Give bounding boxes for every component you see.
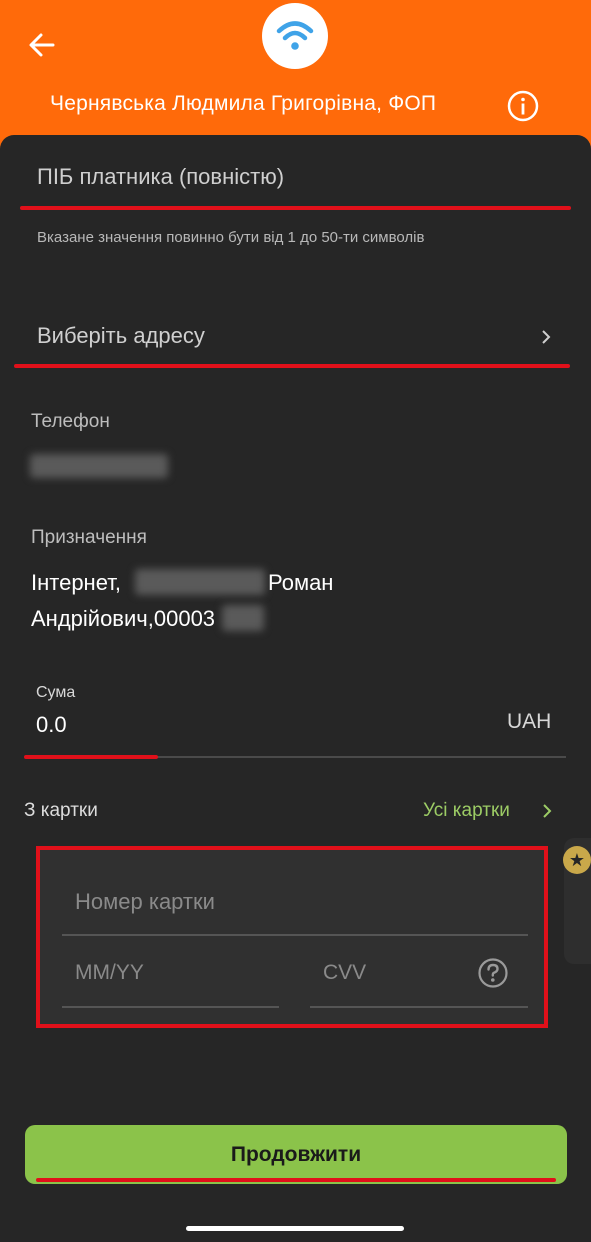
currency-label: UAH: [507, 710, 552, 733]
payment-form-sheet: [0, 135, 591, 1242]
star-icon: ★: [563, 846, 591, 874]
arrow-left-icon: [29, 33, 55, 57]
address-select[interactable]: Виберіть адресу: [37, 323, 205, 349]
home-indicator: [186, 1226, 404, 1231]
expiry-input[interactable]: MM/YY: [75, 961, 144, 985]
info-button[interactable]: [506, 89, 540, 123]
all-cards-link[interactable]: Усі картки: [423, 800, 510, 822]
purpose-redacted-1: [135, 569, 265, 595]
amount-label: Сума: [36, 684, 76, 701]
amount-input[interactable]: 0.0: [36, 712, 67, 738]
provider-logo: [262, 3, 328, 69]
card-number-input[interactable]: Номер картки: [75, 889, 215, 915]
card-number-underline: [62, 934, 528, 936]
payer-name-highlight: [20, 206, 571, 210]
continue-button[interactable]: Продовжити: [25, 1125, 567, 1184]
info-icon: [507, 90, 539, 122]
payer-name-input[interactable]: ПІБ платника (повністю): [37, 164, 284, 190]
purpose-line1-start: Інтернет,: [31, 570, 121, 595]
payer-name-hint: Вказане значення повинно бути від 1 до 5…: [37, 229, 425, 246]
purpose-line1-end: Роман: [268, 570, 334, 595]
from-card-label: З картки: [24, 800, 98, 821]
purpose-redacted-2: [222, 605, 264, 631]
phone-value-redacted: [30, 454, 168, 478]
help-icon[interactable]: [477, 957, 509, 989]
cvv-underline: [310, 1006, 528, 1008]
new-card-form: [36, 846, 548, 1028]
chevron-right-icon: [542, 330, 551, 344]
purpose-line2: Андрійович,00003: [31, 606, 216, 631]
cvv-input[interactable]: CVV: [323, 961, 366, 985]
header: Чернявська Людмила Григорівна, ФОП: [0, 0, 591, 140]
amount-highlight: [24, 755, 158, 759]
wifi-icon: [276, 21, 314, 50]
purpose-label: Призначення: [31, 527, 147, 548]
back-button[interactable]: [26, 28, 60, 62]
chevron-right-icon: [543, 804, 552, 818]
merchant-title: Чернявська Людмила Григорівна, ФОП: [50, 92, 437, 115]
phone-label: Телефон: [31, 411, 110, 432]
address-highlight: [14, 364, 570, 368]
continue-highlight: [36, 1178, 556, 1182]
expiry-underline: [62, 1006, 279, 1008]
